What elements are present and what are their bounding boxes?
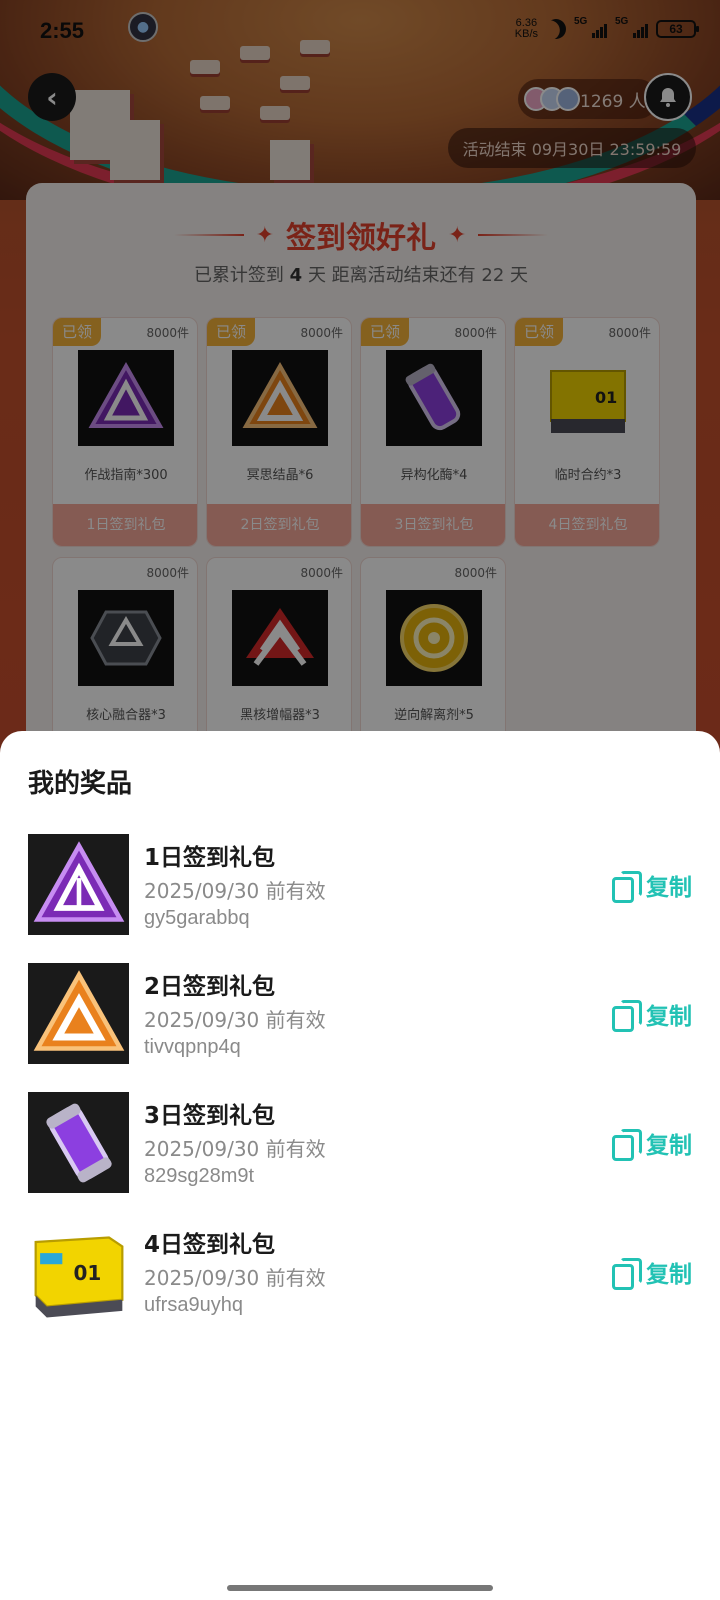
copy-button[interactable]: 复制 (612, 1255, 692, 1290)
redeem-code: 829sg28m9t (144, 1165, 255, 1187)
prize-item: 01 4日签到礼包 2025/09/30 前有效 ufrsa9uyhq 复制 (28, 1221, 692, 1322)
purple-vial-icon (28, 1092, 129, 1193)
redeem-code: gy5garabbq (144, 907, 250, 929)
sheet-title: 我的奖品 (28, 769, 133, 799)
copy-icon (612, 1258, 642, 1290)
home-indicator[interactable] (227, 1585, 493, 1591)
copy-button[interactable]: 复制 (612, 1126, 692, 1161)
copy-icon (612, 1129, 642, 1161)
orange-triangle-emblem-icon (28, 963, 129, 1064)
prize-item: 1日签到礼包 2025/09/30 前有效 gy5garabbq 复制 (28, 834, 692, 935)
prize-name: 1日签到礼包 (144, 845, 276, 871)
prize-name: 2日签到礼包 (144, 974, 276, 1000)
prize-validity: 2025/09/30 前有效 (144, 1008, 326, 1032)
prize-validity: 2025/09/30 前有效 (144, 879, 326, 903)
my-prizes-sheet: 我的奖品 1日签到礼包 2025/09/30 前有效 gy5garabbq 复制… (0, 731, 720, 1600)
redeem-code: tivvqpnp4q (144, 1036, 241, 1058)
redeem-code: ufrsa9uyhq (144, 1294, 243, 1316)
prize-item: 3日签到礼包 2025/09/30 前有效 829sg28m9t 复制 (28, 1092, 692, 1193)
prize-name: 4日签到礼包 (144, 1232, 276, 1258)
copy-icon (612, 871, 642, 903)
copy-button[interactable]: 复制 (612, 997, 692, 1032)
prize-validity: 2025/09/30 前有效 (144, 1266, 326, 1290)
yellow-crate-icon: 01 (28, 1221, 129, 1322)
prize-name: 3日签到礼包 (144, 1103, 276, 1129)
modal-backdrop[interactable] (0, 0, 720, 760)
copy-button[interactable]: 复制 (612, 868, 692, 903)
copy-icon (612, 1000, 642, 1032)
purple-triangle-emblem-icon (28, 834, 129, 935)
svg-text:01: 01 (73, 1260, 101, 1284)
prize-item: 2日签到礼包 2025/09/30 前有效 tivvqpnp4q 复制 (28, 963, 692, 1064)
prize-validity: 2025/09/30 前有效 (144, 1137, 326, 1161)
